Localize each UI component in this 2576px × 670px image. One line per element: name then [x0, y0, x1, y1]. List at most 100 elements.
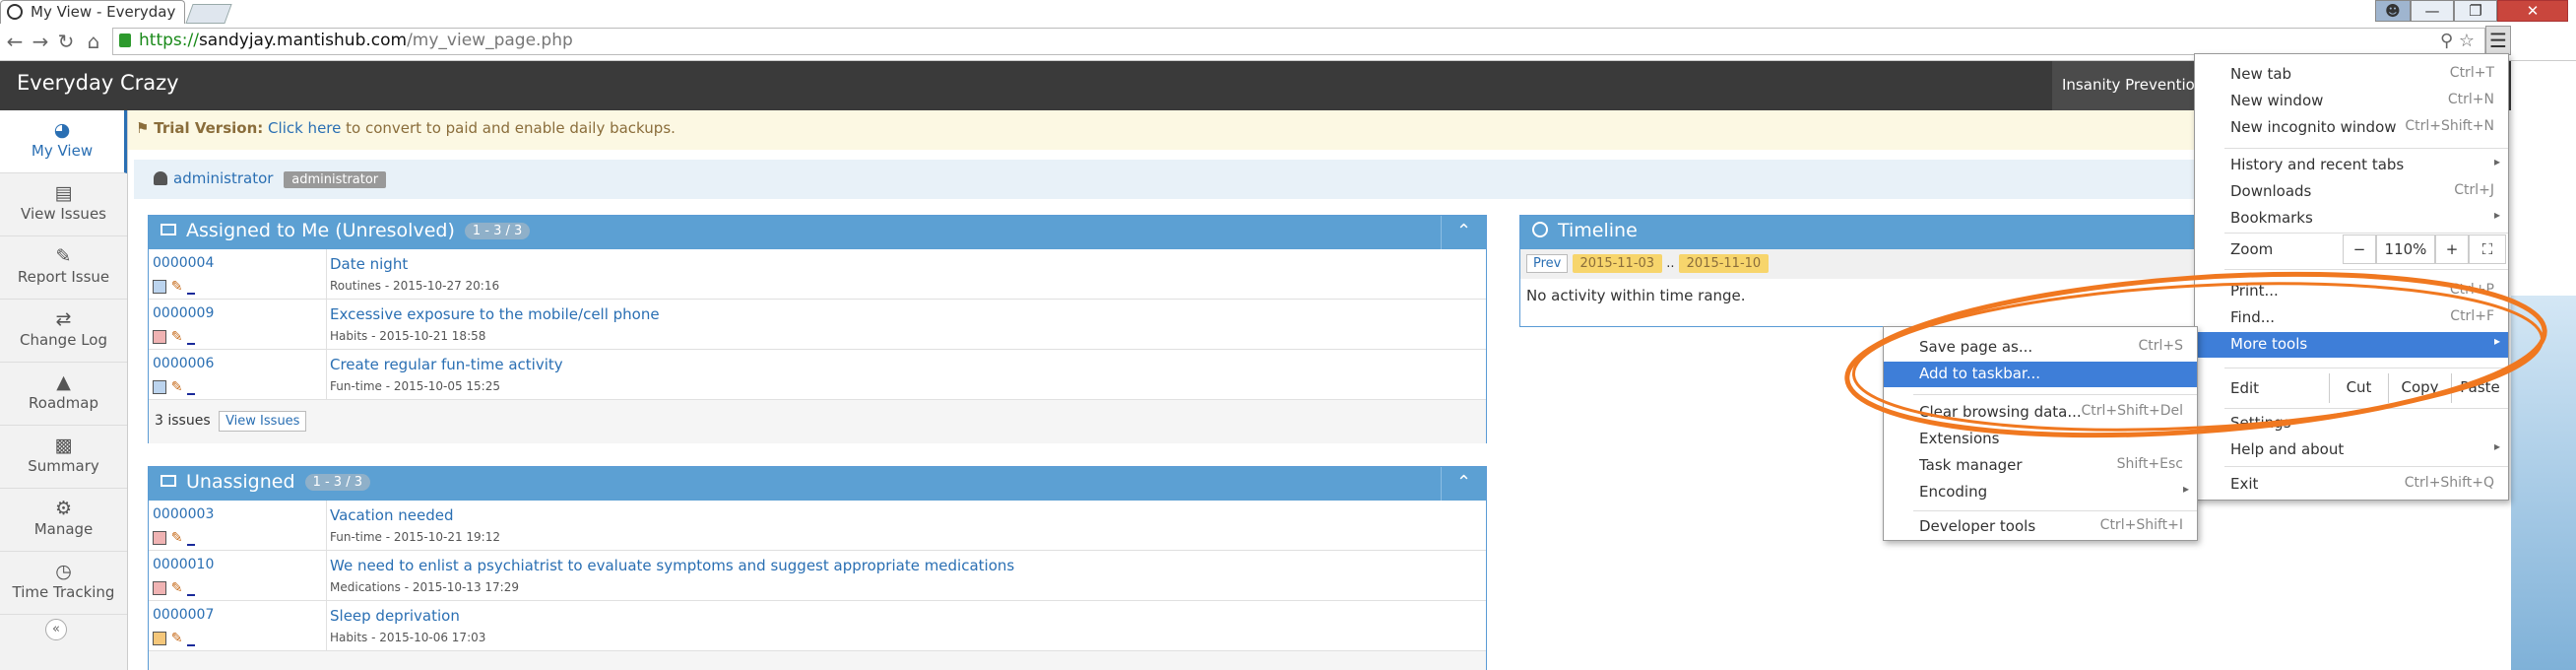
home-icon[interactable]: ⌂ — [81, 30, 106, 53]
menu-item-help[interactable]: Help and about ▸ — [2195, 437, 2508, 463]
sidebar-item-change-log[interactable]: ⇄ Change Log — [0, 300, 127, 363]
issue-title-link[interactable]: Sleep deprivation — [330, 607, 460, 625]
timeline-prev-button[interactable]: Prev — [1526, 254, 1569, 273]
collapse-icon[interactable]: ⌃ — [1441, 216, 1486, 249]
dashboard-icon: ◕ — [53, 119, 71, 141]
sidebar-item-report-issue[interactable]: ✎ Report Issue — [0, 236, 127, 300]
cut-button[interactable]: Cut — [2329, 373, 2388, 403]
menu-item-settings[interactable]: Settings — [2195, 411, 2508, 436]
timeline-date-to: 2015-11-10 — [1678, 254, 1770, 273]
paste-button[interactable]: Paste — [2451, 373, 2508, 403]
menu-item-bookmarks[interactable]: Bookmarks ▸ — [2195, 206, 2508, 232]
address-bar[interactable]: https://sandyjay.mantishub.com/my_view_p… — [112, 28, 2485, 55]
table-row: 0000004 ✎ Date night Routines - 2015-10-… — [149, 249, 1486, 300]
menu-item-find[interactable]: Find... Ctrl+F — [2195, 305, 2508, 331]
menu-item-print[interactable]: Print... Ctrl+P — [2195, 279, 2508, 304]
sidebar-item-my-view[interactable]: ◕ My View — [0, 110, 127, 173]
severity-icon — [153, 631, 166, 645]
issue-id-link[interactable]: 0000007 — [153, 607, 214, 623]
view-issues-button[interactable]: View Issues — [219, 411, 307, 432]
user-icon — [154, 171, 167, 185]
timeline-date-from: 2015-11-03 — [1572, 254, 1663, 273]
profile-icon[interactable]: ☻ — [2375, 0, 2411, 22]
menu-item-new-tab[interactable]: New tab Ctrl+T — [2195, 62, 2508, 88]
issue-title-link[interactable]: Date night — [330, 255, 408, 273]
restore-icon[interactable]: ❐ — [2454, 0, 2497, 22]
issue-title-link[interactable]: Create regular fun-time activity — [330, 356, 563, 373]
zoom-level: 110% — [2376, 234, 2435, 264]
menu-item-new-window[interactable]: New window Ctrl+N — [2195, 89, 2508, 114]
issue-id-link[interactable]: 0000009 — [153, 305, 214, 321]
close-window-icon[interactable]: ✕ — [2497, 0, 2568, 22]
collapse-icon[interactable]: ⌃ — [1441, 467, 1486, 501]
pencil-icon[interactable]: ✎ — [171, 329, 183, 345]
issue-id-link[interactable]: 0000006 — [153, 356, 214, 371]
menu-item-encoding[interactable]: Encoding ▸ — [1884, 480, 2197, 505]
issue-title-link[interactable]: Vacation needed — [330, 506, 453, 524]
search-icon[interactable]: ⚲ — [2440, 31, 2453, 51]
menu-item-task-manager[interactable]: Task manager Shift+Esc — [1884, 453, 2197, 479]
menu-item-history[interactable]: History and recent tabs ▸ — [2195, 153, 2508, 178]
issue-id-link[interactable]: 0000004 — [153, 255, 214, 271]
reload-icon[interactable]: ↻ — [53, 30, 79, 53]
new-tab-button[interactable] — [185, 4, 232, 24]
sidebar-item-time-tracking[interactable]: ◷ Time Tracking — [0, 552, 127, 615]
sidebar-item-view-issues[interactable]: ▤ View Issues — [0, 173, 127, 236]
menu-item-more-tools[interactable]: More tools ▸ — [2195, 332, 2508, 358]
sidebar-item-label: Roadmap — [29, 394, 98, 412]
chrome-menu-button[interactable]: ☰ — [2485, 26, 2511, 55]
menu-item-exit[interactable]: Exit Ctrl+Shift+Q — [2195, 472, 2508, 498]
menu-item-add-to-taskbar[interactable]: Add to taskbar... — [1884, 362, 2197, 387]
user-name-link[interactable]: administrator — [173, 169, 273, 187]
sidebar-item-manage[interactable]: ⚙ Manage — [0, 489, 127, 552]
sidebar: ◕ My View ▤ View Issues ✎ Report Issue ⇄… — [0, 110, 128, 670]
issue-id-link[interactable]: 0000003 — [153, 506, 214, 522]
menu-item-extensions[interactable]: Extensions — [1884, 427, 2197, 452]
menu-edit-row: Edit Cut Copy Paste — [2195, 371, 2508, 405]
priority-icon — [187, 393, 196, 395]
gears-icon: ⚙ — [54, 498, 73, 519]
menu-item-save-page[interactable]: Save page as... Ctrl+S — [1884, 335, 2197, 361]
sidebar-collapse-button[interactable]: « — [45, 619, 67, 640]
priority-icon — [187, 644, 196, 646]
panel-title: Timeline — [1558, 220, 1638, 241]
copy-button[interactable]: Copy — [2388, 373, 2451, 403]
hamburger-icon: ☰ — [2489, 29, 2507, 52]
project-selector-button[interactable]: Insanity Prevention — [2052, 61, 2206, 110]
chevron-right-icon: ▸ — [2493, 334, 2500, 348]
pencil-icon[interactable]: ✎ — [171, 279, 183, 295]
priority-icon — [187, 293, 196, 295]
back-icon[interactable]: ← — [2, 30, 28, 53]
forward-icon[interactable]: → — [28, 30, 53, 53]
fullscreen-icon[interactable]: ⛶ — [2469, 234, 2506, 264]
zoom-in-button[interactable]: + — [2435, 234, 2469, 264]
sidebar-item-summary[interactable]: ▩ Summary — [0, 426, 127, 489]
browser-tab-active[interactable]: My View - Everyday — [0, 0, 185, 24]
unassigned-panel-header: Unassigned 1 - 3 / 3 ⌃ — [149, 467, 1486, 501]
trial-upgrade-link[interactable]: Click here — [268, 119, 341, 137]
menu-item-new-incognito[interactable]: New incognito window Ctrl+Shift+N — [2195, 115, 2508, 141]
pencil-icon[interactable]: ✎ — [171, 631, 183, 646]
bar-chart-icon: ▩ — [54, 435, 73, 456]
app-title[interactable]: Everyday Crazy — [17, 71, 179, 95]
issue-title-link[interactable]: Excessive exposure to the mobile/cell ph… — [330, 305, 660, 323]
sidebar-item-roadmap[interactable]: ▲ Roadmap — [0, 363, 127, 426]
zoom-out-button[interactable]: − — [2343, 234, 2376, 264]
menu-item-developer-tools[interactable]: Developer tools Ctrl+Shift+I — [1884, 514, 2197, 540]
chevron-right-icon: ▸ — [2493, 208, 2500, 222]
priority-icon — [187, 343, 196, 345]
issue-id-link[interactable]: 0000010 — [153, 557, 214, 572]
issue-title-link[interactable]: We need to enlist a psychiatrist to eval… — [330, 557, 1014, 574]
sidebar-item-label: Change Log — [20, 331, 107, 349]
menu-item-downloads[interactable]: Downloads Ctrl+J — [2195, 179, 2508, 205]
pencil-icon[interactable]: ✎ — [171, 530, 183, 546]
pencil-icon[interactable]: ✎ — [171, 379, 183, 395]
pencil-icon[interactable]: ✎ — [171, 580, 183, 596]
bookmark-star-icon[interactable]: ☆ — [2459, 31, 2475, 51]
minimize-icon[interactable]: — — [2411, 0, 2454, 22]
menu-item-clear-browsing-data[interactable]: Clear browsing data... Ctrl+Shift+Del — [1884, 400, 2197, 426]
edit-icon: ✎ — [55, 245, 72, 267]
issue-meta: Habits - 2015-10-21 18:58 — [330, 329, 486, 343]
timeline-separator: .. — [1666, 256, 1675, 271]
table-row: 0000009 ✎ Excessive exposure to the mobi… — [149, 300, 1486, 350]
